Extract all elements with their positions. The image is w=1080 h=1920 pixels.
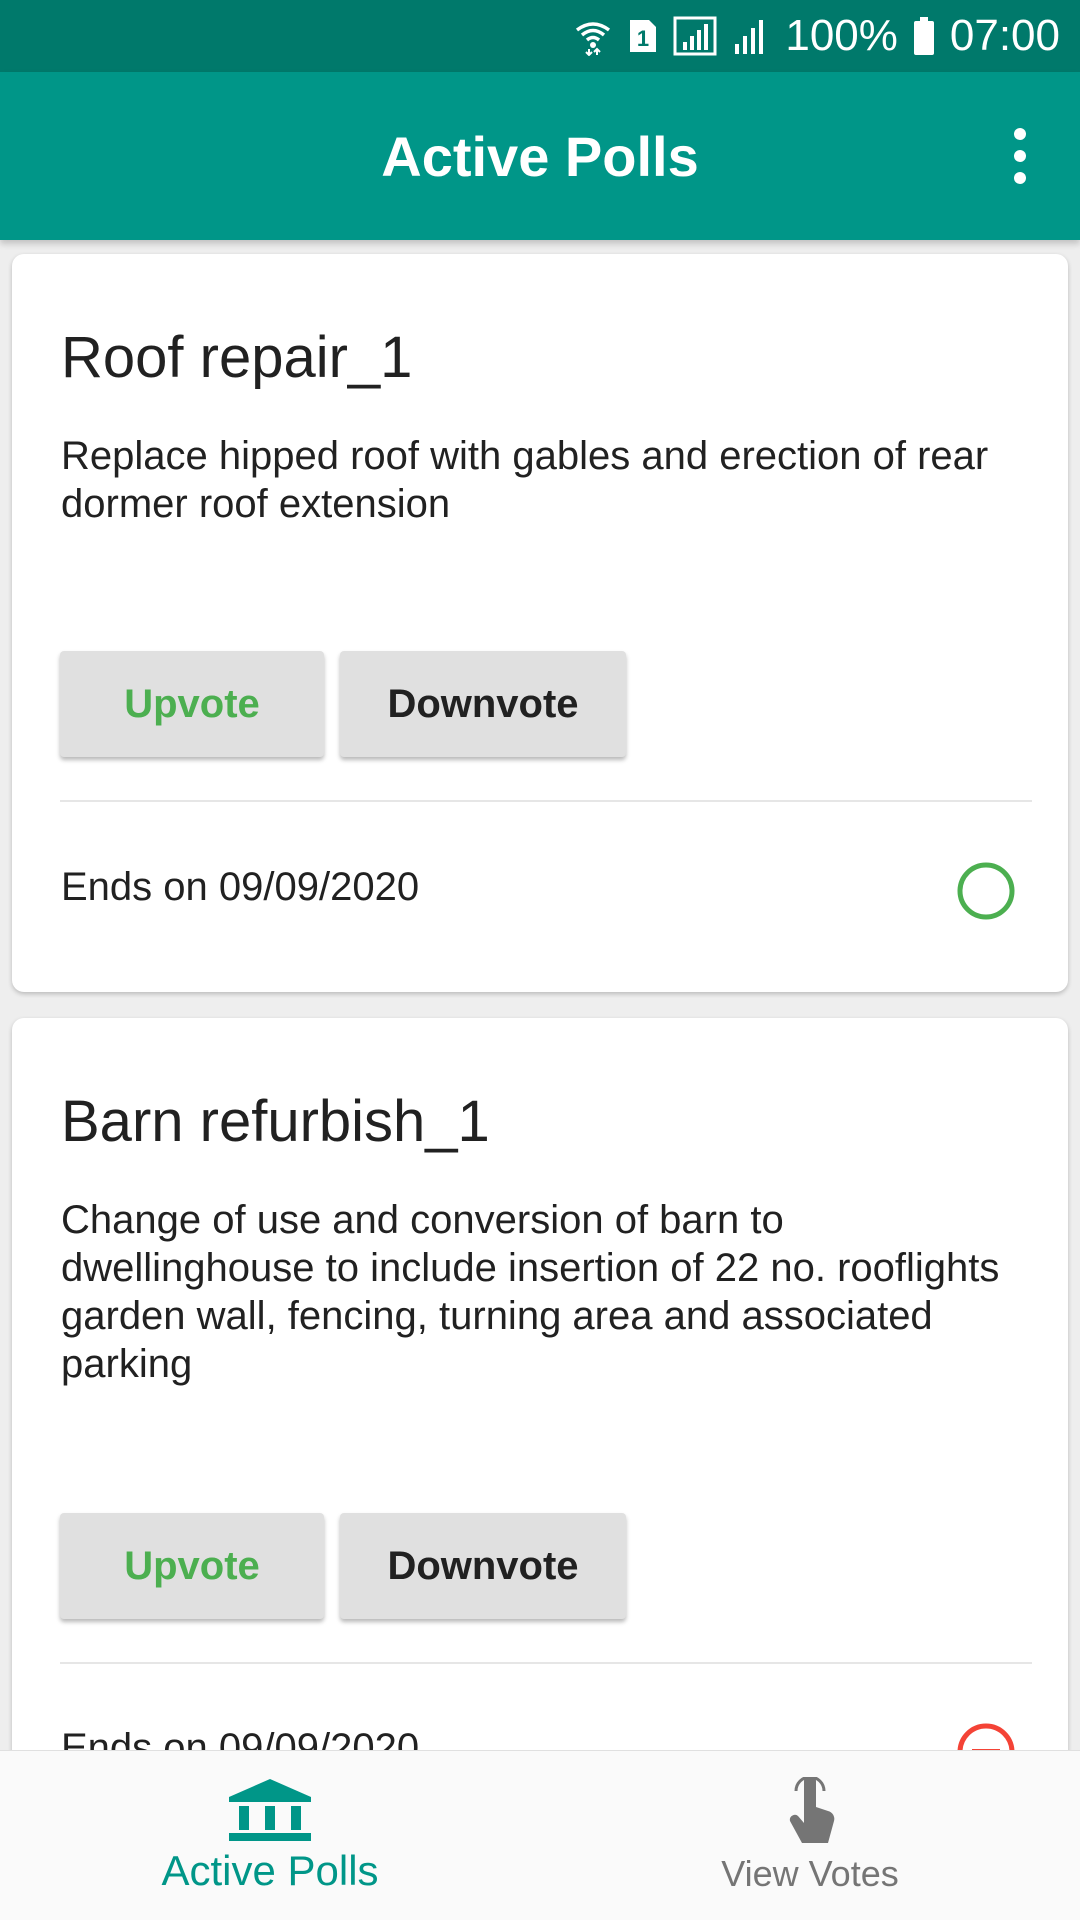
poll-card: Roof repair_1 Replace hipped roof with g…	[12, 254, 1068, 992]
divider	[60, 800, 1032, 802]
battery-percent: 100%	[785, 11, 898, 60]
minus-circle-icon	[957, 1723, 1015, 1750]
poll-list[interactable]: Roof repair_1 Replace hipped roof with g…	[0, 240, 1080, 1750]
more-vert-icon[interactable]	[996, 116, 1044, 196]
nav-item-view-votes[interactable]: View Votes	[540, 1751, 1080, 1920]
poll-card: Barn refurbish_1 Change of use and conve…	[12, 1018, 1068, 1750]
open-circle-icon	[957, 862, 1015, 920]
cell-signal-icon	[731, 16, 771, 56]
page-title: Active Polls	[381, 124, 699, 188]
poll-title: Barn refurbish_1	[61, 1089, 490, 1154]
battery-icon	[912, 16, 936, 56]
app-bar: Active Polls	[0, 72, 1080, 240]
poll-title: Roof repair_1	[61, 325, 413, 390]
svg-text:1: 1	[637, 26, 649, 51]
nav-label-active-polls: Active Polls	[161, 1846, 379, 1894]
downvote-button[interactable]: Downvote	[340, 1513, 626, 1619]
nav-item-active-polls[interactable]: Active Polls	[0, 1751, 540, 1920]
sim-slot-icon: 1	[627, 17, 659, 55]
status-bar: 1 100% 07:00	[0, 0, 1080, 72]
upvote-button[interactable]: Upvote	[60, 651, 324, 757]
poll-end-date: Ends on 09/09/2020	[61, 865, 420, 909]
upvote-button[interactable]: Upvote	[60, 1513, 324, 1619]
bottom-navigation: Active Polls View Votes	[0, 1750, 1080, 1920]
nav-label-view-votes: View Votes	[721, 1852, 899, 1894]
poll-description: Change of use and conversion of barn to …	[61, 1198, 1000, 1386]
poll-end-date: Ends on 09/09/2020	[61, 1726, 420, 1750]
clock: 07:00	[949, 11, 1060, 60]
downvote-button[interactable]: Downvote	[340, 651, 626, 757]
touch-icon	[789, 1776, 835, 1843]
poll-description: Replace hipped roof with gables and erec…	[61, 434, 989, 526]
signal-strength-icon	[673, 16, 717, 56]
divider	[60, 1662, 1032, 1664]
bank-icon	[229, 1778, 311, 1841]
wifi-icon	[573, 16, 613, 56]
